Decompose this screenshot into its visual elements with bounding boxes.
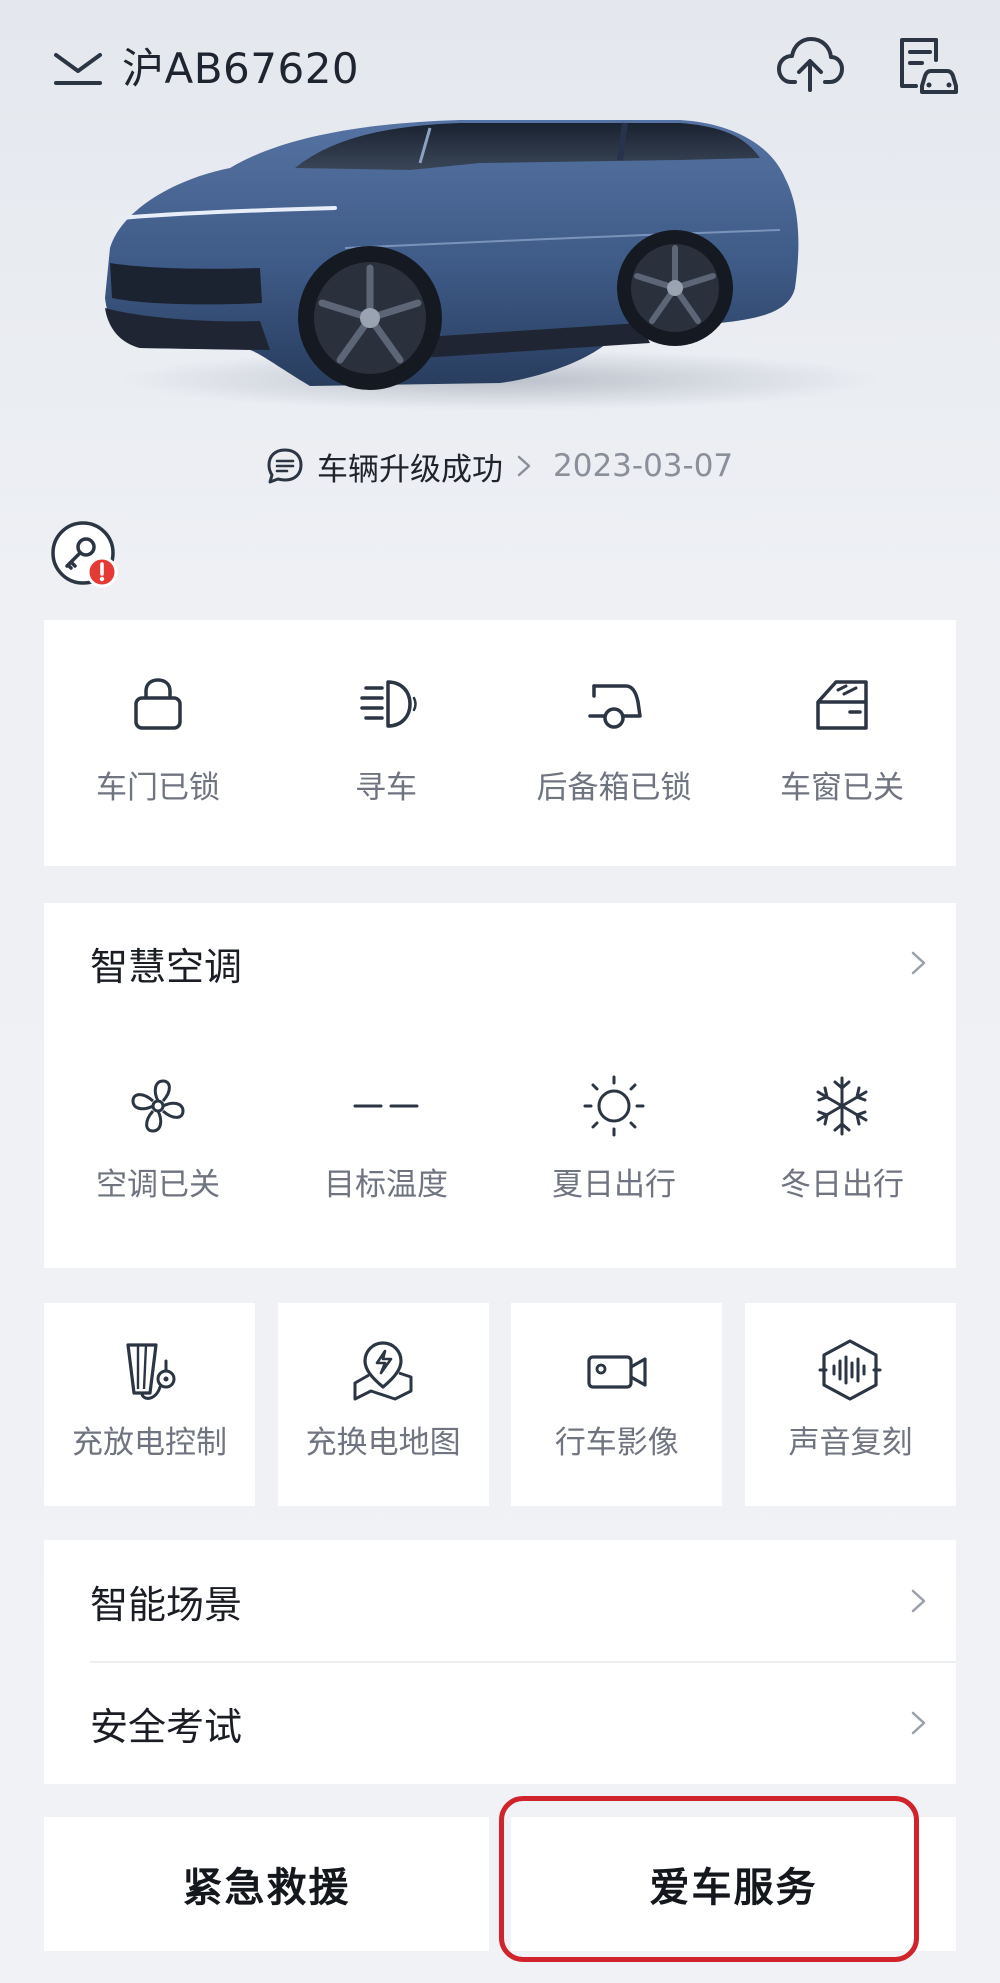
feature-list-card: 智能场景 安全考试: [44, 1540, 956, 1784]
target-temperature[interactable]: 目标温度: [272, 1073, 500, 1204]
button-label: 爱车服务: [649, 1865, 818, 1911]
fan-icon: [131, 1079, 185, 1133]
charging-map-icon: [353, 1341, 413, 1401]
camera-icon: [587, 1355, 647, 1389]
vehicle-status-card: 车门已锁 寻车 后备箱已锁 车窗已关: [44, 620, 956, 866]
license-plate: 沪AB67620: [122, 43, 360, 93]
bottom-actions: 紧急救援 爱车服务: [44, 1817, 956, 1951]
charge-control-icon: [125, 1343, 175, 1400]
summer-mode-button[interactable]: 夏日出行: [500, 1073, 728, 1204]
status-label: 车门已锁: [96, 770, 220, 806]
chevron-down-icon: [48, 35, 108, 95]
cloud-upload-icon[interactable]: [775, 30, 845, 100]
chevron-right-icon: [908, 946, 930, 980]
row-title: 安全考试: [90, 1704, 243, 1749]
car-service-button[interactable]: 爱车服务: [511, 1817, 956, 1951]
status-label: 车窗已关: [780, 770, 904, 806]
tile-label: 充放电控制: [72, 1425, 227, 1461]
lock-icon: [134, 678, 182, 730]
voice-clone-tile[interactable]: 声音复刻: [744, 1303, 956, 1506]
button-label: 紧急救援: [182, 1865, 351, 1911]
trunk-icon: [588, 684, 642, 729]
chevron-right-icon: [908, 1706, 930, 1740]
door-lock-status[interactable]: 车门已锁: [44, 620, 272, 866]
vehicle-selector[interactable]: 沪AB67620: [48, 30, 359, 100]
row-title: 智能场景: [90, 1582, 243, 1627]
digital-key-icon: [51, 521, 118, 588]
ac-label: 冬日出行: [780, 1167, 904, 1203]
dashcam-tile[interactable]: 行车影像: [511, 1303, 723, 1506]
smart-scenes-row[interactable]: 智能场景: [90, 1540, 930, 1662]
trunk-lock-status[interactable]: 后备箱已锁: [500, 620, 728, 866]
find-car-button[interactable]: 寻车: [272, 620, 500, 866]
message-icon: [265, 446, 305, 486]
snowflake-icon: [816, 1076, 868, 1136]
notice-date: 2023-03-07: [553, 448, 734, 484]
top-bar: 沪AB67620: [0, 0, 1000, 120]
sun-icon: [583, 1075, 645, 1137]
notice-text: 车辆升级成功: [317, 451, 503, 488]
headlight-icon: [360, 680, 417, 728]
winter-mode-button[interactable]: 冬日出行: [728, 1073, 956, 1204]
voice-icon: [818, 1339, 882, 1401]
tile-label: 声音复刻: [788, 1425, 913, 1461]
charge-control-tile[interactable]: 充放电控制: [44, 1303, 255, 1506]
chevron-right-icon: [513, 451, 535, 481]
function-tiles: 充放电控制 充换电地图 行车影像 声音复刻: [44, 1303, 956, 1506]
safety-exam-row[interactable]: 安全考试: [90, 1662, 930, 1784]
status-label: 后备箱已锁: [536, 770, 692, 806]
tile-label: 行车影像: [554, 1425, 679, 1461]
ac-power-button[interactable]: 空调已关: [44, 1073, 272, 1204]
digital-key-button[interactable]: [50, 520, 120, 590]
ac-label: 目标温度: [324, 1167, 448, 1203]
charging-map-tile[interactable]: 充换电地图: [277, 1303, 489, 1506]
vehicle-image: [80, 118, 910, 418]
window-icon: [816, 680, 868, 730]
chevron-right-icon: [908, 1584, 930, 1618]
ac-label: 夏日出行: [552, 1167, 676, 1203]
status-label: 寻车: [355, 770, 417, 806]
service-document-icon[interactable]: [890, 30, 960, 100]
smart-ac-card: 智慧空调 空调已关 目标温度 夏日出行 冬日出行: [44, 903, 956, 1268]
window-status[interactable]: 车窗已关: [728, 620, 956, 866]
upgrade-notice[interactable]: 车辆升级成功 2023-03-07: [265, 440, 733, 492]
ac-label: 空调已关: [96, 1167, 220, 1203]
temperature-placeholder: [353, 1104, 419, 1108]
emergency-rescue-button[interactable]: 紧急救援: [44, 1817, 489, 1951]
tile-label: 充换电地图: [305, 1425, 461, 1461]
card-title: 智慧空调: [90, 944, 243, 989]
smart-ac-header[interactable]: 智慧空调: [90, 903, 930, 1023]
